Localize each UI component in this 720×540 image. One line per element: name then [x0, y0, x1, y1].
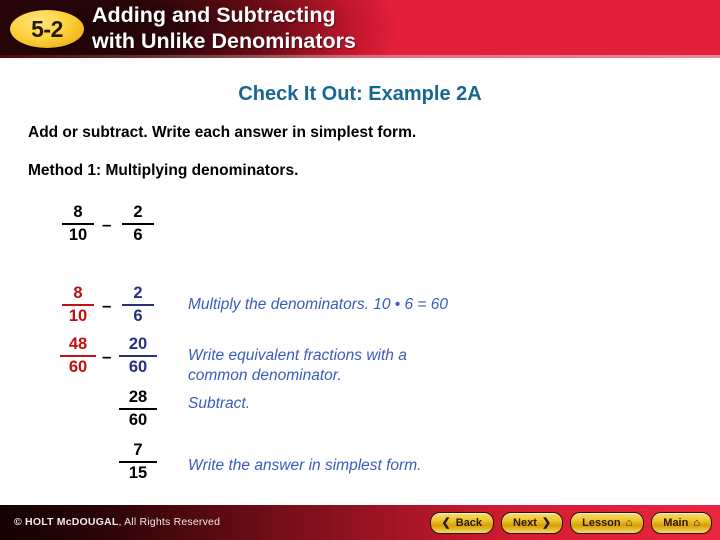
work-row-2-operator: – — [102, 347, 112, 366]
back-button-label: Back — [455, 517, 483, 529]
fraction-bar — [122, 303, 154, 306]
lesson-button-label: Lesson — [582, 517, 621, 529]
work-row-3-note: Subtract. — [188, 395, 251, 412]
fraction-bar — [119, 407, 157, 410]
slide-header: 5-2 Adding and Subtracting with Unlike D… — [0, 0, 720, 58]
work-row-1-fraction-left: 8 10 — [62, 284, 94, 325]
numerator: 48 — [68, 335, 88, 353]
lesson-number-badge: 5-2 — [10, 10, 84, 48]
instruction-line-2: Method 1: Multiplying denominators. — [28, 162, 299, 179]
denominator: 6 — [133, 306, 143, 325]
copyright-rights: , All Rights Reserved — [118, 516, 221, 528]
slide-footer: © HOLT McDOUGAL, All Rights Reserved ❮ B… — [0, 505, 720, 540]
work-row-3-fraction-right: 28 60 — [119, 388, 157, 429]
denominator: 60 — [128, 357, 148, 376]
fraction-bar — [62, 303, 94, 306]
example-title: Check It Out: Example 2A — [238, 83, 482, 105]
work-row-4-note: Write the answer in simplest form. — [188, 457, 422, 474]
fraction-bar — [119, 460, 157, 463]
main-button[interactable]: Main ⌂ — [651, 512, 712, 534]
numerator: 8 — [73, 203, 83, 221]
problem-fraction-left: 8 10 — [62, 203, 94, 244]
work-row-1-fraction-right: 2 6 — [122, 284, 154, 325]
lesson-button[interactable]: Lesson ⌂ — [570, 512, 645, 534]
work-row-2-note: Write equivalent fractions with a common… — [188, 346, 538, 386]
numerator: 2 — [133, 284, 143, 302]
chevron-right-icon: ❯ — [541, 516, 552, 529]
work-row-2-note-line-2: common denominator. — [188, 367, 342, 384]
fraction-bar — [62, 222, 94, 225]
navigation-buttons: ❮ Back Next ❯ Lesson ⌂ Main ⌂ — [429, 512, 712, 534]
work-row-4-fraction-right: 7 15 — [119, 441, 157, 482]
denominator: 15 — [128, 463, 148, 482]
fraction-bar — [60, 354, 96, 357]
slide-body: Check It Out: Example 2A Add or subtract… — [0, 58, 720, 505]
instruction-line-1: Add or subtract. Write each answer in si… — [28, 124, 417, 141]
denominator: 60 — [128, 410, 148, 429]
numerator: 20 — [128, 335, 148, 353]
next-button-label: Next — [513, 517, 537, 529]
lesson-number-label: 5-2 — [31, 16, 63, 42]
work-row-2-fraction-right: 20 60 — [119, 335, 157, 376]
problem-operator: – — [102, 215, 112, 234]
fraction-bar — [119, 354, 157, 357]
denominator: 6 — [133, 225, 143, 244]
next-button[interactable]: Next ❯ — [501, 512, 564, 534]
denominator: 10 — [68, 225, 88, 244]
copyright-notice: © HOLT McDOUGAL, All Rights Reserved — [14, 516, 220, 528]
numerator: 2 — [133, 203, 143, 221]
work-row-1-operator: – — [102, 296, 112, 315]
main-button-label: Main — [663, 517, 689, 529]
problem-fraction-right: 2 6 — [122, 203, 154, 244]
lesson-title-line-1: Adding and Subtracting — [92, 3, 336, 27]
work-row-2-note-line-1: Write equivalent fractions with a — [188, 347, 407, 364]
fraction-bar — [122, 222, 154, 225]
numerator: 8 — [73, 284, 83, 302]
chevron-left-icon: ❮ — [441, 516, 451, 529]
denominator: 10 — [68, 306, 88, 325]
numerator: 7 — [133, 441, 143, 459]
denominator: 60 — [68, 357, 88, 376]
work-row-1-note: Multiply the denominators. 10 • 6 = 60 — [188, 296, 449, 313]
lesson-title-line-2: with Unlike Denominators — [92, 29, 357, 53]
back-button[interactable]: ❮ Back — [429, 512, 495, 534]
work-row-2-fraction-left: 48 60 — [60, 335, 96, 376]
numerator: 28 — [128, 388, 148, 406]
home-icon: ⌂ — [693, 516, 700, 529]
lesson-title: Adding and Subtracting with Unlike Denom… — [92, 2, 692, 54]
home-icon: ⌂ — [625, 516, 633, 529]
copyright-brand: © HOLT McDOUGAL — [14, 516, 119, 528]
